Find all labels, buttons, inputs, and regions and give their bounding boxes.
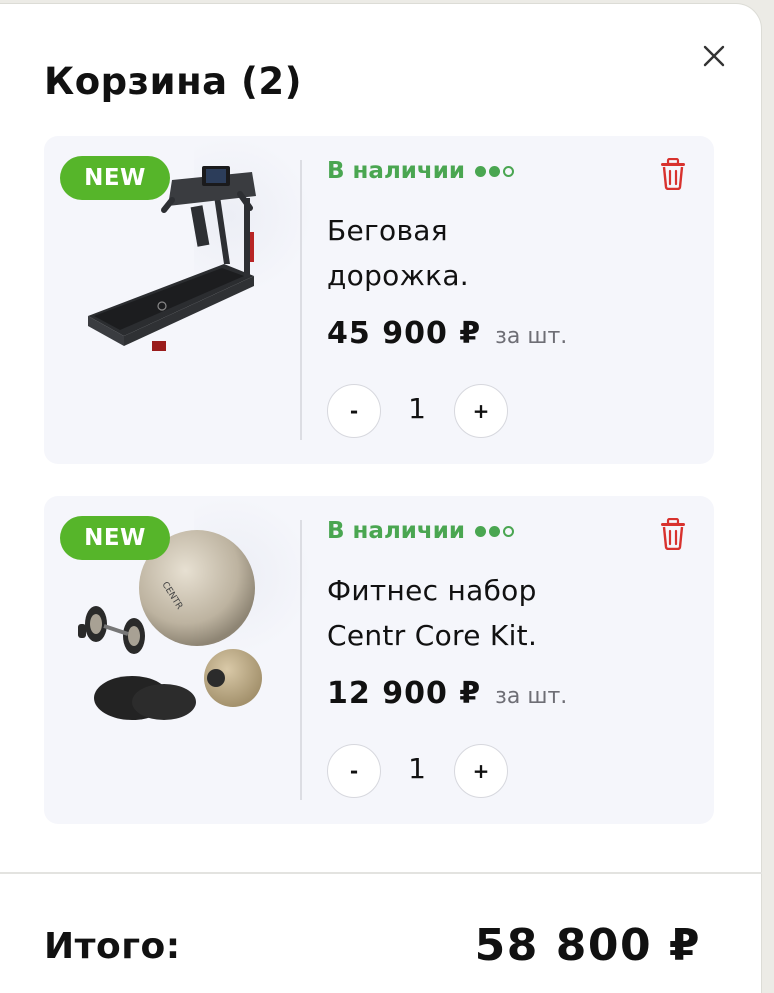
cart-title: Корзина (2) — [44, 60, 303, 103]
divider — [300, 160, 302, 440]
trash-icon[interactable] — [658, 517, 688, 554]
price-row: 12 900 ₽ за шт. — [327, 676, 567, 711]
stock-label: В наличии — [327, 158, 465, 184]
stock-dot-filled — [488, 165, 500, 177]
per-unit-label: за шт. — [495, 324, 568, 349]
stock-status: В наличии — [327, 158, 514, 184]
product-name[interactable]: Фитнес набор Centr Core Kit. — [327, 568, 627, 658]
quantity-increase-button[interactable]: + — [454, 744, 508, 798]
trash-icon[interactable] — [658, 157, 688, 194]
divider — [300, 520, 302, 800]
product-price: 12 900 ₽ — [327, 676, 482, 711]
product-name-line: Беговая — [327, 214, 448, 247]
new-badge: NEW — [60, 516, 170, 560]
stock-dot-empty — [502, 525, 514, 537]
new-badge: NEW — [60, 156, 170, 200]
quantity-value: 1 — [408, 392, 426, 425]
cart-item: NEW В наличии Беговая дорожка. 45 900 ₽ … — [44, 136, 714, 464]
product-name-line: дорожка. — [327, 259, 469, 292]
stock-dot-filled — [488, 525, 500, 537]
quantity-increase-button[interactable]: + — [454, 384, 508, 438]
product-name[interactable]: Беговая дорожка. — [327, 208, 627, 298]
cart-item: CENTR NEW В наличии Фитнес набор Centr C… — [44, 496, 714, 824]
stock-dot-empty — [502, 165, 514, 177]
stock-status: В наличии — [327, 518, 514, 544]
stock-level-indicator — [474, 165, 514, 177]
product-name-line: Centr Core Kit. — [327, 619, 538, 652]
stock-dot-filled — [474, 525, 486, 537]
total-value: 58 800 ₽ — [474, 920, 701, 971]
price-row: 45 900 ₽ за шт. — [327, 316, 567, 351]
quantity-decrease-button[interactable]: - — [327, 384, 381, 438]
total-label: Итого: — [44, 926, 181, 967]
close-icon[interactable] — [700, 42, 728, 70]
quantity-decrease-button[interactable]: - — [327, 744, 381, 798]
footer-divider — [0, 872, 762, 874]
stock-label: В наличии — [327, 518, 465, 544]
quantity-value: 1 — [408, 752, 426, 785]
per-unit-label: за шт. — [495, 684, 568, 709]
product-price: 45 900 ₽ — [327, 316, 482, 351]
cart-panel: Корзина (2) NEW В наличии Беговая дорожк… — [0, 3, 762, 993]
stock-level-indicator — [474, 525, 514, 537]
product-name-line: Фитнес набор — [327, 574, 537, 607]
stock-dot-filled — [474, 165, 486, 177]
